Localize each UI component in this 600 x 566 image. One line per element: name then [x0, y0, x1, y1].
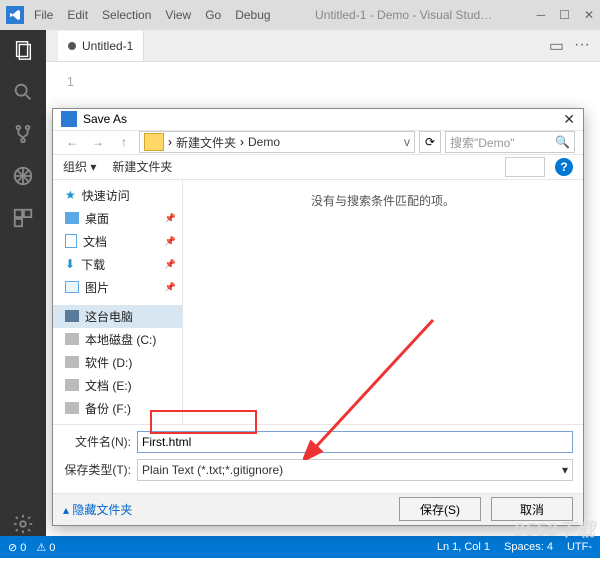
window-title: Untitled-1 - Demo - Visual Stud… [271, 8, 537, 22]
tab-untitled[interactable]: Untitled-1 [58, 31, 144, 61]
debug-icon[interactable] [11, 164, 35, 188]
empty-message: 没有与搜索条件匹配的项。 [311, 192, 455, 209]
view-mode-button[interactable] [505, 157, 545, 177]
search-placeholder: 搜索"Demo" [450, 134, 515, 151]
search-icon[interactable] [11, 80, 35, 104]
menu-bar: File Edit Selection View Go Debug [34, 8, 271, 22]
tree-label: 本地磁盘 (C:) [85, 331, 156, 348]
status-warnings[interactable]: ⚠ 0 [36, 541, 55, 554]
tree-label: 图片 [85, 279, 109, 296]
editor-more-icon[interactable]: ··· [574, 36, 590, 56]
filetype-label: 保存类型(T): [63, 461, 131, 478]
vscode-icon [6, 6, 24, 24]
explorer-icon[interactable] [11, 38, 35, 62]
folder-icon [144, 133, 164, 151]
organize-button[interactable]: 组织 ▾ [63, 158, 96, 175]
filename-input[interactable] [137, 431, 573, 453]
maximize-icon[interactable]: ☐ [559, 8, 570, 22]
nav-back-icon[interactable]: ← [61, 131, 83, 153]
download-icon: ⬇ [65, 257, 75, 271]
tree-label: 下载 [81, 256, 105, 273]
watermark-text: 9553下载 [514, 516, 596, 542]
filename-label: 文件名(N): [63, 433, 131, 450]
tree-label: 桌面 [85, 210, 109, 227]
menu-selection[interactable]: Selection [102, 8, 151, 22]
menu-edit[interactable]: Edit [67, 8, 88, 22]
path-breadcrumb[interactable]: › 新建文件夹 › Demo v [139, 131, 415, 153]
menu-view[interactable]: View [165, 8, 191, 22]
file-list-area[interactable]: 没有与搜索条件匹配的项。 [183, 180, 583, 424]
tree-label: 文档 (E:) [85, 377, 132, 394]
crumb-1[interactable]: 新建文件夹 [176, 134, 236, 151]
save-button[interactable]: 保存(S) [399, 497, 481, 521]
star-icon: ★ [65, 188, 76, 202]
tree-label: 软件 (D:) [85, 354, 132, 371]
title-bar: File Edit Selection View Go Debug Untitl… [0, 0, 600, 30]
crumb-2[interactable]: Demo [248, 135, 280, 149]
nav-forward-icon[interactable]: → [87, 131, 109, 153]
settings-gear-icon[interactable] [11, 512, 35, 536]
tab-label: Untitled-1 [82, 39, 133, 53]
status-spaces[interactable]: Spaces: 4 [504, 541, 553, 553]
status-errors[interactable]: ⊘ 0 [8, 541, 26, 554]
help-icon[interactable]: ? [555, 158, 573, 176]
tree-label: 文档 [83, 233, 107, 250]
dialog-title: Save As [83, 112, 127, 126]
refresh-icon[interactable]: ⟳ [419, 131, 441, 153]
tree-label: 这台电脑 [85, 308, 133, 325]
dirty-indicator-icon [68, 42, 76, 50]
search-submit-icon[interactable]: 🔍 [555, 135, 570, 149]
search-box[interactable]: 搜索"Demo" 🔍 [445, 131, 575, 153]
git-icon[interactable] [11, 122, 35, 146]
tree-disk-d[interactable]: 软件 (D:) [53, 351, 182, 374]
tree-label: 备份 (F:) [85, 400, 131, 417]
tab-bar: Untitled-1 ▭ ··· [46, 30, 600, 62]
status-encoding[interactable]: UTF- [567, 541, 592, 553]
new-folder-button[interactable]: 新建文件夹 [112, 158, 172, 175]
filetype-select[interactable]: Plain Text (*.txt;*.gitignore) ▾ [137, 459, 573, 481]
close-window-icon[interactable]: ✕ [584, 8, 594, 22]
pin-icon: 📌 [165, 259, 176, 270]
save-as-dialog: Save As ✕ ← → ↑ › 新建文件夹 › Demo v ⟳ 搜索"De… [52, 108, 584, 526]
hide-folders-link[interactable]: ▴ 隐藏文件夹 [63, 501, 132, 518]
tree-disk-c[interactable]: 本地磁盘 (C:) [53, 328, 182, 351]
document-icon [65, 234, 77, 248]
activity-bar [0, 30, 46, 536]
menu-go[interactable]: Go [205, 8, 221, 22]
status-ln-col[interactable]: Ln 1, Col 1 [437, 541, 490, 553]
pin-icon: 📌 [165, 236, 176, 247]
tree-pictures[interactable]: 图片 📌 [53, 276, 182, 299]
tree-this-pc[interactable]: 这台电脑 [53, 305, 182, 328]
disk-icon [65, 379, 79, 391]
pictures-icon [65, 281, 79, 293]
chevron-down-icon: ▾ [562, 463, 568, 477]
desktop-icon [65, 212, 79, 224]
status-bar: ⊘ 0 ⚠ 0 Ln 1, Col 1 Spaces: 4 UTF- [0, 536, 600, 558]
filetype-value: Plain Text (*.txt;*.gitignore) [142, 463, 283, 477]
computer-icon [65, 310, 79, 322]
tree-documents[interactable]: 文档 📌 [53, 230, 182, 253]
pin-icon: 📌 [165, 213, 176, 224]
tree-downloads[interactable]: ⬇ 下载 📌 [53, 253, 182, 276]
disk-icon [65, 402, 79, 414]
tree-disk-f[interactable]: 备份 (F:) [53, 397, 182, 420]
close-dialog-icon[interactable]: ✕ [563, 111, 575, 128]
tree-desktop[interactable]: 桌面 📌 [53, 207, 182, 230]
editor-layout-icon[interactable]: ▭ [549, 36, 564, 56]
disk-icon [65, 333, 79, 345]
tree-quick-access[interactable]: ★ 快速访问 [53, 184, 182, 207]
line-number: 1 [46, 74, 92, 89]
nav-up-icon[interactable]: ↑ [113, 131, 135, 153]
menu-debug[interactable]: Debug [235, 8, 270, 22]
tree-disk-e[interactable]: 文档 (E:) [53, 374, 182, 397]
dialog-app-icon [61, 111, 77, 127]
tree-label: 快速访问 [82, 187, 130, 204]
extensions-icon[interactable] [11, 206, 35, 230]
pin-icon: 📌 [165, 282, 176, 293]
folder-tree: ★ 快速访问 桌面 📌 文档 📌 ⬇ 下载 📌 图片 📌 这台电脑 本地磁盘 (C:) 软… [53, 180, 183, 424]
menu-file[interactable]: File [34, 8, 53, 22]
minimize-icon[interactable]: ─ [537, 8, 546, 22]
disk-icon [65, 356, 79, 368]
